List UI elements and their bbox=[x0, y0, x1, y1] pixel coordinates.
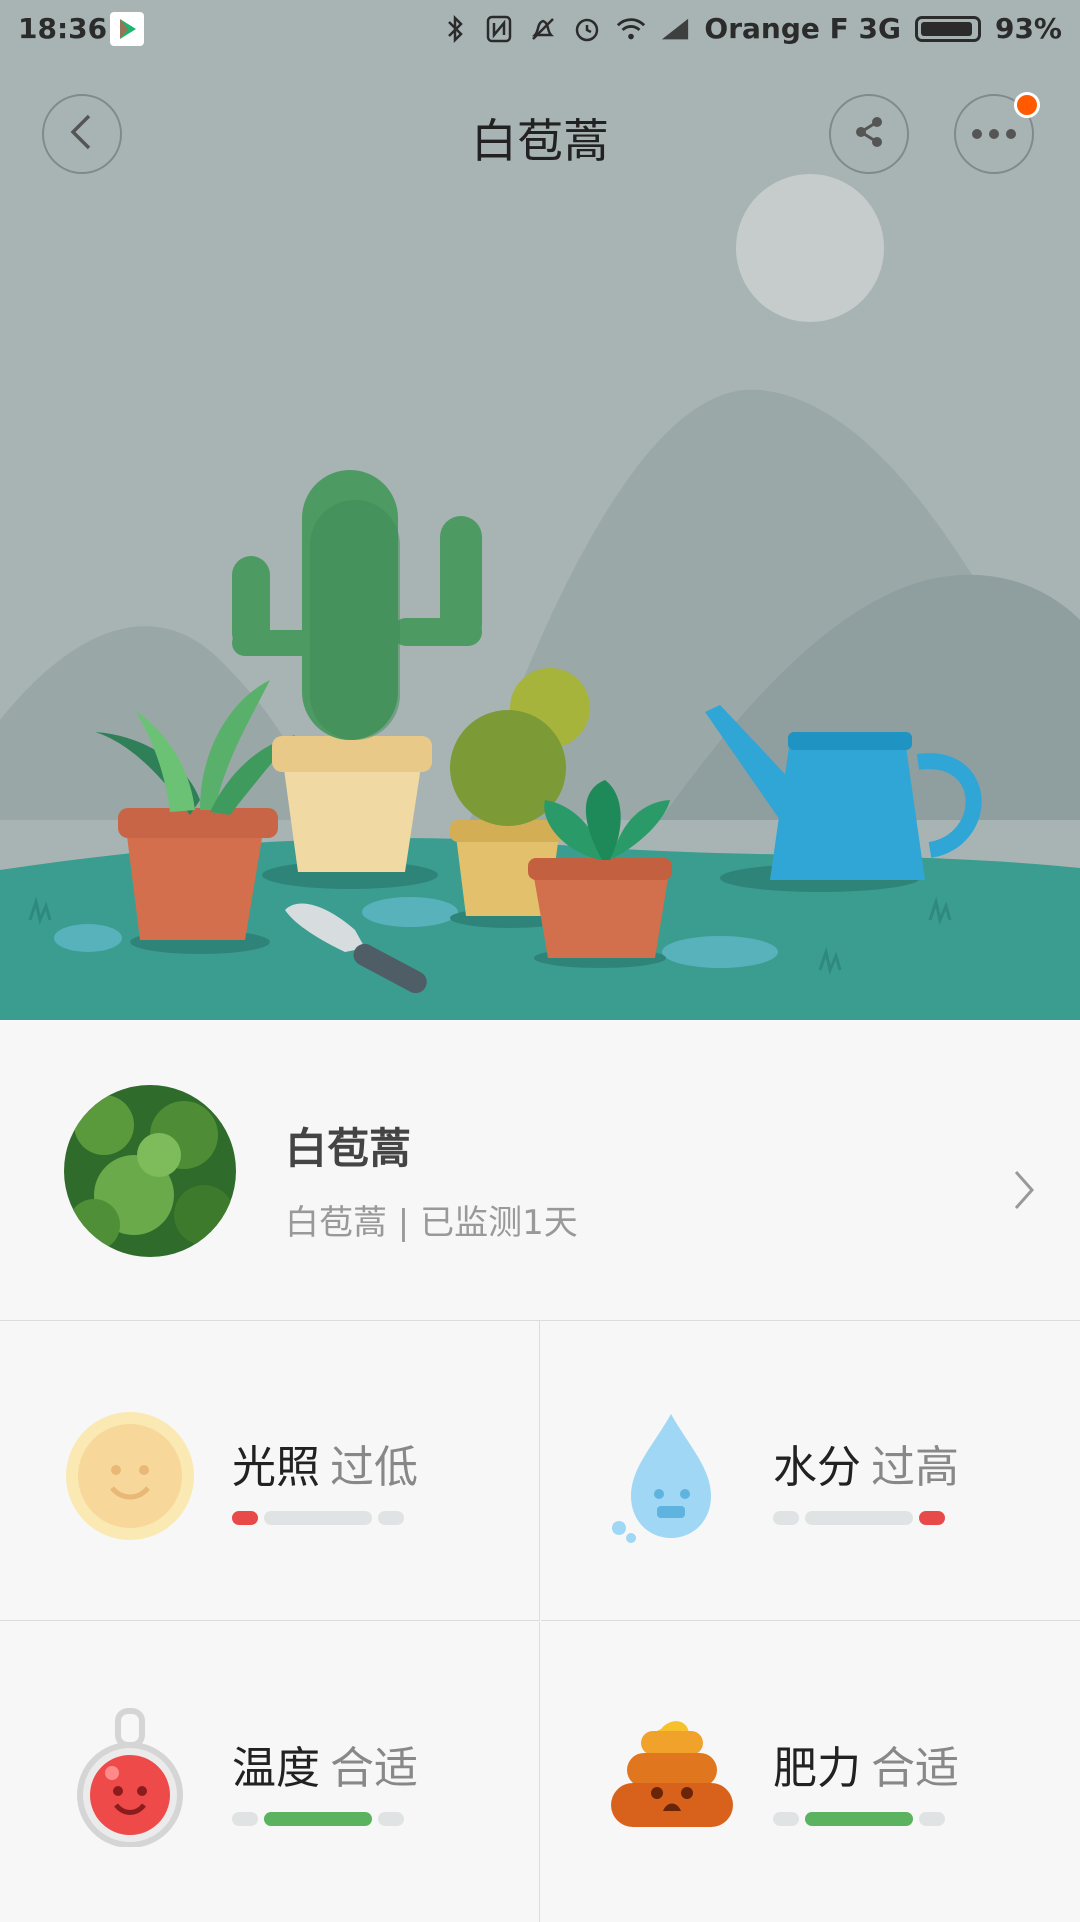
metric-light-level-bar bbox=[232, 1511, 404, 1525]
battery-icon bbox=[914, 15, 981, 42]
page-title: 白苞蒿 bbox=[471, 114, 609, 168]
share-icon bbox=[849, 112, 889, 156]
plant-subtitle: 白苞蒿 | 已监测1天 bbox=[285, 1203, 578, 1243]
nfc-icon bbox=[484, 14, 514, 44]
notification-dot bbox=[1014, 92, 1040, 118]
plant-avatar bbox=[64, 1085, 236, 1257]
fertilizer-icon bbox=[601, 1707, 741, 1847]
metric-water-label: 水分 bbox=[773, 1442, 861, 1493]
status-bar: 18:36 Orange F 3G 93% bbox=[0, 0, 1080, 60]
play-store-icon bbox=[110, 12, 144, 46]
metric-water[interactable]: 水分 过高 bbox=[541, 1321, 1080, 1621]
status-time: 18:36 bbox=[18, 12, 108, 45]
carrier-name: Orange F 3G bbox=[704, 12, 901, 45]
metric-temperature-label: 温度 bbox=[232, 1743, 320, 1794]
more-icon bbox=[971, 125, 1017, 144]
battery-percent: 93% bbox=[994, 12, 1062, 45]
thermometer-icon bbox=[60, 1707, 200, 1848]
metric-fertility[interactable]: 肥力 合适 bbox=[541, 1622, 1080, 1922]
alarm-icon bbox=[572, 14, 602, 44]
metric-fertility-level-bar bbox=[773, 1812, 945, 1826]
plant-info-row[interactable]: 白苞蒿 白苞蒿 | 已监测1天 bbox=[0, 1020, 1080, 1321]
metric-light-status: 过低 bbox=[330, 1442, 418, 1493]
status-icons: Orange F 3G 93% bbox=[440, 12, 1062, 45]
metric-light[interactable]: 光照 过低 bbox=[0, 1321, 540, 1621]
mute-icon bbox=[528, 14, 558, 44]
metric-water-status: 过高 bbox=[871, 1442, 959, 1493]
metric-water-level-bar bbox=[773, 1511, 945, 1525]
sun-icon bbox=[60, 1406, 200, 1546]
metric-fertility-status: 合适 bbox=[871, 1743, 959, 1794]
metric-temperature-level-bar bbox=[232, 1812, 404, 1826]
sun-disc bbox=[736, 174, 884, 322]
signal-icon bbox=[660, 14, 690, 44]
wifi-icon bbox=[616, 14, 646, 44]
chevron-right-icon bbox=[1010, 1168, 1038, 1216]
water-drop-icon bbox=[601, 1406, 741, 1546]
metric-temperature-status: 合适 bbox=[330, 1743, 418, 1794]
share-button[interactable] bbox=[829, 94, 909, 174]
metric-fertility-label: 肥力 bbox=[773, 1743, 861, 1794]
metric-temperature[interactable]: 温度 合适 bbox=[0, 1622, 540, 1922]
metric-light-label: 光照 bbox=[232, 1442, 320, 1493]
plant-name: 白苞蒿 bbox=[285, 1124, 412, 1173]
bluetooth-icon bbox=[440, 14, 470, 44]
